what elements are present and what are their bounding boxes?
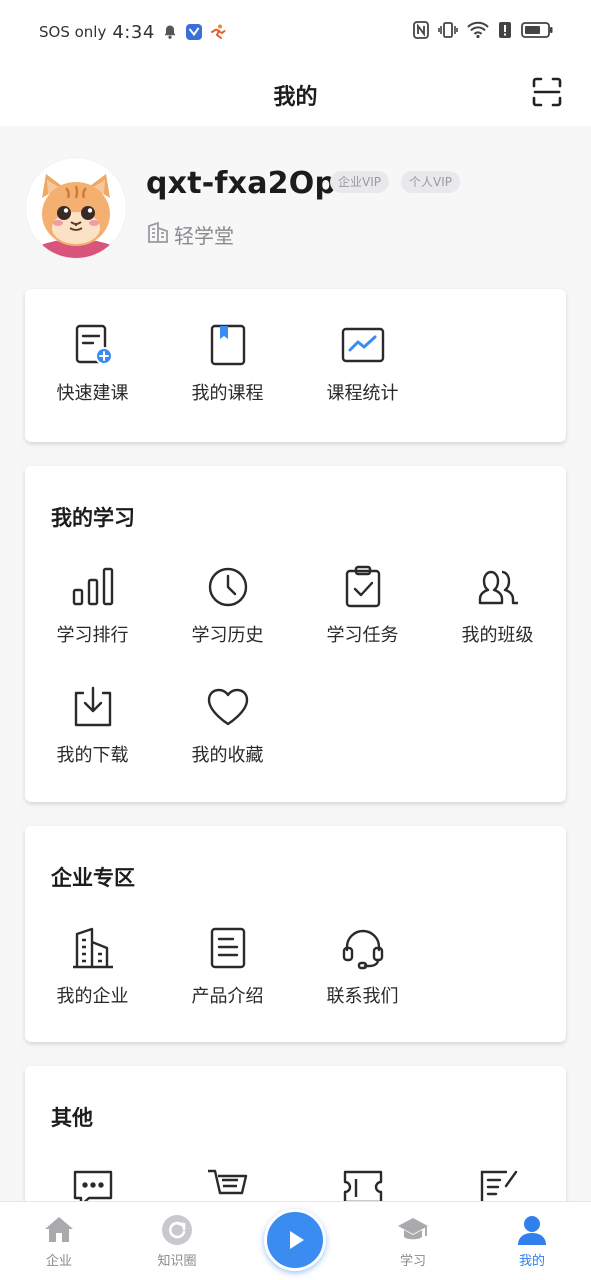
home-icon [45, 1217, 73, 1242]
alert-icon [498, 21, 512, 43]
my-downloads-button[interactable]: 我的下载 [25, 685, 160, 767]
tab-learning[interactable]: 学习 [358, 1202, 468, 1280]
tab-enterprise[interactable]: 企业 [4, 1202, 114, 1280]
my-enterprise-button[interactable]: 我的企业 [25, 926, 160, 1008]
ranking-icon [72, 567, 113, 606]
company-row[interactable]: 轻学堂 [146, 220, 234, 249]
status-bar: SOS only 4:34 [0, 0, 591, 64]
quick-create-course-button[interactable]: 快速建课 [25, 323, 160, 405]
battery-icon [521, 21, 553, 43]
vibrate-icon [438, 21, 458, 43]
product-intro-label: 产品介绍 [191, 986, 264, 1007]
my-courses-button[interactable]: 我的课程 [160, 323, 295, 405]
my-enterprise-label: 我的企业 [56, 986, 129, 1007]
contact-us-button[interactable]: 联系我们 [295, 926, 430, 1008]
carrier-text: SOS only [39, 23, 107, 41]
play-button[interactable] [264, 1209, 326, 1271]
app-badge-icon [185, 23, 203, 41]
clock-icon [208, 567, 247, 607]
download-icon [74, 686, 111, 727]
building-small-icon [146, 220, 170, 249]
enterprise-title: 企业专区 [51, 866, 135, 890]
product-intro-button[interactable]: 产品介绍 [160, 926, 295, 1008]
course-stats-button[interactable]: 课程统计 [295, 323, 430, 405]
tab-learning-label: 学习 [399, 1254, 426, 1269]
clipboard-check-icon [345, 565, 380, 608]
my-learning-title: 我的学习 [51, 506, 135, 530]
users-icon [478, 570, 518, 605]
headset-icon [342, 929, 383, 970]
bell-icon [161, 23, 179, 41]
play-icon [290, 1231, 304, 1249]
company-name: 轻学堂 [174, 224, 234, 248]
wifi-icon [467, 21, 489, 43]
other-title: 其他 [51, 1106, 93, 1130]
learning-history-label: 学习历史 [191, 625, 264, 646]
runner-icon [209, 23, 227, 41]
my-class-button[interactable]: 我的班级 [430, 565, 565, 647]
learning-history-button[interactable]: 学习历史 [160, 565, 295, 647]
nfc-icon [413, 21, 429, 43]
document-icon [210, 927, 245, 969]
quick-actions-card: 快速建课 我的课程 课程统计 [25, 289, 566, 442]
learning-ranking-label: 学习排行 [56, 625, 129, 646]
enterprise-card: 企业专区 我的企业 产品介绍 联系我们 [25, 826, 566, 1042]
quick-create-course-label: 快速建课 [56, 383, 129, 404]
tab-knowledge-circle[interactable]: 知识圈 [122, 1202, 232, 1280]
learning-ranking-button[interactable]: 学习排行 [25, 565, 160, 647]
my-downloads-label: 我的下载 [56, 745, 129, 766]
scan-icon[interactable] [531, 76, 563, 108]
page-title: 我的 [273, 85, 318, 110]
building-icon [72, 927, 113, 969]
clock: 4:34 [112, 21, 155, 43]
learning-tasks-button[interactable]: 学习任务 [295, 565, 430, 647]
book-icon [210, 324, 245, 366]
graduation-cap-icon [398, 1218, 428, 1240]
quick-create-course-icon [75, 324, 113, 365]
personal-vip-badge: 个人VIP [401, 171, 460, 193]
user-icon [518, 1216, 546, 1245]
avatar[interactable] [26, 158, 126, 258]
heart-icon [207, 688, 248, 726]
page-header: 我的 [0, 64, 591, 126]
learning-tasks-label: 学习任务 [326, 625, 399, 646]
tab-mine-label: 我的 [518, 1254, 545, 1269]
my-favorites-button[interactable]: 我的收藏 [160, 685, 295, 767]
tab-knowledge-circle-label: 知识圈 [157, 1254, 197, 1269]
username: qxt-fxa2Op [146, 166, 337, 201]
my-learning-card: 我的学习 学习排行 学习历史 学习任务 我的班级 我的下载 我的收藏 [25, 466, 566, 802]
my-class-label: 我的班级 [461, 625, 534, 646]
course-stats-label: 课程统计 [326, 383, 399, 404]
my-courses-label: 我的课程 [191, 383, 264, 404]
enterprise-vip-badge: 企业VIP [330, 171, 389, 193]
chart-icon [341, 327, 384, 363]
tab-mine[interactable]: 我的 [477, 1202, 587, 1280]
refresh-circle-icon [162, 1215, 192, 1245]
tab-enterprise-label: 企业 [45, 1254, 72, 1269]
contact-us-label: 联系我们 [326, 986, 399, 1007]
my-favorites-label: 我的收藏 [191, 745, 264, 766]
profile-section: qxt-fxa2Op 企业VIP 个人VIP 轻学堂 [26, 158, 566, 262]
